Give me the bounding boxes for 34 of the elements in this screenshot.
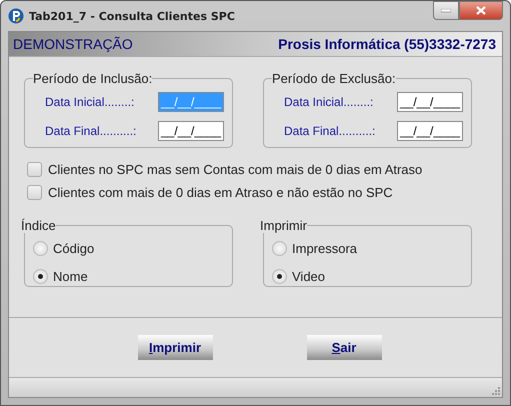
- resize-grip-icon: [491, 386, 500, 395]
- close-button[interactable]: [459, 1, 503, 20]
- demo-label: DEMONSTRAÇÃO: [13, 36, 133, 52]
- group-title: Período de Inclusão:: [33, 71, 152, 86]
- company-info: Prosis Informática (55)3332-7273: [278, 36, 496, 52]
- action-button[interactable]: Imprimir: [138, 335, 212, 360]
- radio-label: Impressora: [292, 241, 358, 256]
- field-label: Data Inicial........:: [284, 95, 374, 109]
- date-field[interactable]: __/__/____: [397, 92, 463, 112]
- checkbox-label: Clientes no SPC mas sem Contas com mais de 0 dias em Atraso: [48, 162, 422, 177]
- group-title: Período de Exclusão:: [272, 71, 396, 86]
- radio-label: Nome: [53, 269, 88, 284]
- radio-button[interactable]: [272, 269, 287, 284]
- checkbox[interactable]: [27, 185, 42, 200]
- minimize-button[interactable]: [433, 1, 459, 20]
- app-logo-icon: [8, 8, 24, 24]
- checkbox[interactable]: [27, 162, 42, 177]
- field-label: Data Inicial........:: [45, 95, 134, 109]
- group-title: Imprimir: [260, 218, 307, 233]
- radio-label: Código: [53, 241, 94, 256]
- minimize-icon: [441, 8, 451, 12]
- radio-button[interactable]: [33, 241, 48, 256]
- action-button[interactable]: Sair: [306, 335, 382, 360]
- radio-button[interactable]: [33, 269, 48, 284]
- group-title: Índice: [21, 218, 56, 233]
- field-label: Data Final..........:: [45, 124, 136, 138]
- window-title: Tab201_7 - Consulta Clientes SPC: [29, 10, 236, 22]
- checkbox-label: Clientes com mais de 0 dias em Atraso e não estão no SPC: [48, 185, 393, 200]
- radio-button[interactable]: [272, 241, 287, 256]
- date-field[interactable]: __/__/____: [158, 121, 224, 141]
- date-field[interactable]: __/__/____: [397, 121, 463, 141]
- close-icon: [476, 6, 486, 15]
- field-label: Data Final..........:: [284, 124, 376, 138]
- radio-label: Video: [292, 269, 326, 284]
